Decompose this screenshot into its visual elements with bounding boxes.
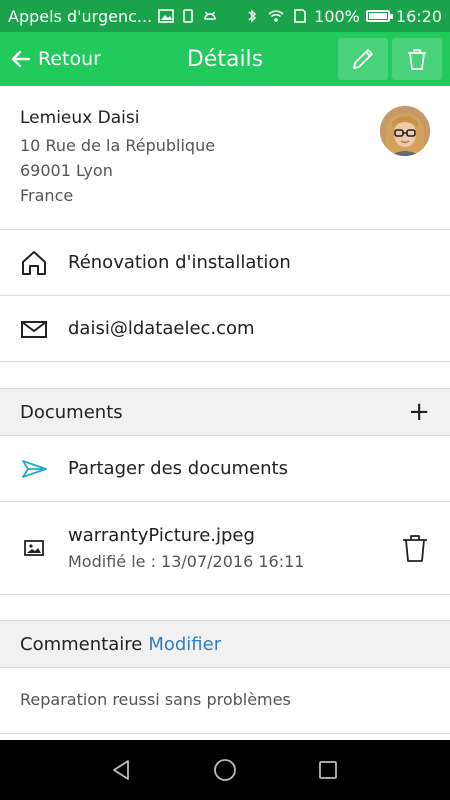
back-label: Retour <box>38 48 101 70</box>
share-documents-row[interactable]: Partager des documents <box>0 436 450 502</box>
battery-percent: 100% <box>314 6 360 26</box>
image-icon <box>20 534 48 562</box>
clock: 16:20 <box>395 6 442 26</box>
address-line-2: 69001 Lyon <box>20 161 113 180</box>
screenshot-icon <box>158 9 174 23</box>
status-bar-left: Appels d'urgenc... <box>8 7 244 26</box>
share-documents-label: Partager des documents <box>68 458 288 479</box>
envelope-icon <box>20 315 48 343</box>
project-label: Rénovation d'installation <box>68 252 291 273</box>
recents-square-icon <box>319 761 338 779</box>
contact-name: Lemieux Daisi <box>20 108 140 128</box>
trash-icon <box>408 49 426 70</box>
document-name: warrantyPicture.jpeg <box>68 525 255 546</box>
arrow-left-icon <box>11 50 31 68</box>
address-country: France <box>20 186 74 205</box>
edit-button[interactable] <box>338 38 388 80</box>
app-bar-actions <box>338 38 442 80</box>
nav-back-button[interactable] <box>105 753 139 787</box>
divider <box>0 733 450 734</box>
comment-title: Commentaire <box>20 633 143 655</box>
sim-icon <box>183 9 193 23</box>
delete-button[interactable] <box>392 38 442 80</box>
contact-card: Lemieux Daisi 10 Rue de la République 69… <box>0 86 450 230</box>
status-bar: Appels d'urgenc... 100% 16:20 <box>0 0 450 32</box>
wifi-icon <box>268 10 284 22</box>
trash-icon <box>403 535 427 562</box>
battery-fill <box>368 13 387 19</box>
android-icon <box>204 11 216 20</box>
notification-text[interactable]: Appels d'urgenc... <box>8 7 152 26</box>
bluetooth-icon <box>248 9 257 23</box>
address-line-1: 10 Rue de la République <box>20 136 216 155</box>
send-icon <box>20 455 48 483</box>
system-nav-bar <box>0 740 450 800</box>
status-bar-right: 100% 16:20 <box>244 7 442 26</box>
app-bar: Retour Détails <box>0 32 450 86</box>
document-modified: Modifié le : 13/07/2016 16:11 <box>68 552 305 571</box>
pencil-icon <box>353 49 373 69</box>
documents-title: Documents <box>20 401 123 423</box>
home-icon <box>20 249 48 277</box>
add-document-button[interactable]: + <box>408 399 430 425</box>
comment-text: Reparation reussi sans problèmes <box>20 690 291 709</box>
nav-recents-button[interactable] <box>311 753 345 787</box>
email-value: daisi@ldataelec.com <box>68 318 255 339</box>
avatar[interactable] <box>380 106 430 156</box>
delete-document-button[interactable] <box>400 532 430 568</box>
home-circle-icon <box>214 759 236 781</box>
edit-comment-link[interactable]: Modifier <box>148 634 221 655</box>
documents-header: Documents + <box>0 388 450 436</box>
back-triangle-icon <box>112 760 129 780</box>
avatar-photo <box>380 106 430 156</box>
document-info: warrantyPicture.jpeg Modifié le : 13/07/… <box>68 525 304 571</box>
battery-icon <box>365 10 393 22</box>
project-row[interactable]: Rénovation d'installation <box>0 230 450 296</box>
sd-card-icon <box>294 9 306 23</box>
document-item[interactable]: warrantyPicture.jpeg Modifié le : 13/07/… <box>0 502 450 595</box>
comment-header: Commentaire Modifier <box>0 620 450 668</box>
email-row[interactable]: daisi@ldataelec.com <box>0 296 450 362</box>
nav-home-button[interactable] <box>208 753 242 787</box>
back-button[interactable]: Retour <box>0 48 160 70</box>
